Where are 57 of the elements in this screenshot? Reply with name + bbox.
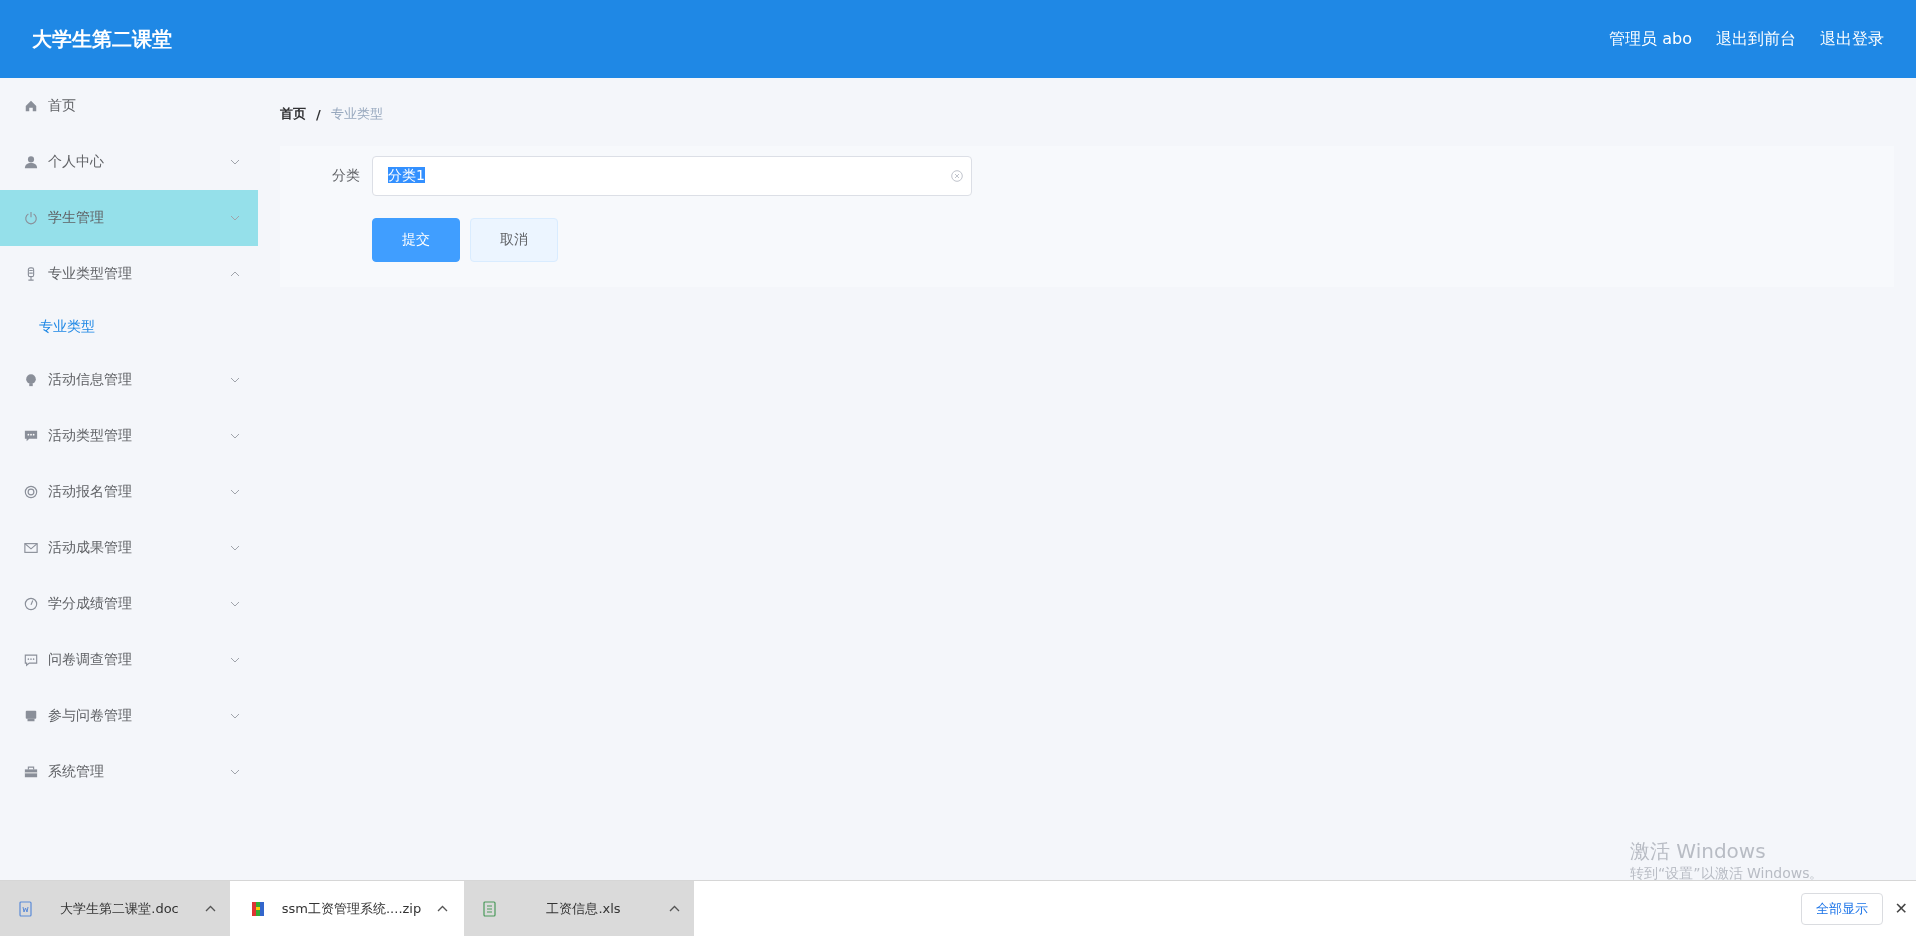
download-item[interactable]: 工资信息.xls xyxy=(464,881,696,936)
bulb-icon xyxy=(24,373,38,387)
caret-icon[interactable] xyxy=(669,905,680,912)
header-link[interactable]: 退出登录 xyxy=(1820,28,1884,50)
breadcrumb-separator: / xyxy=(316,106,321,122)
menu-item[interactable]: 活动信息管理 xyxy=(0,352,258,408)
breadcrumb-current: 专业类型 xyxy=(330,105,383,123)
chevron-icon xyxy=(230,545,240,551)
briefcase-icon xyxy=(24,765,38,779)
chevron-icon xyxy=(230,159,240,165)
show-all-button[interactable]: 全部显示 xyxy=(1800,892,1883,925)
caret-icon[interactable] xyxy=(437,905,448,912)
admin-link[interactable]: 管理员 abo xyxy=(1609,28,1692,50)
app-title: 大学生第二课堂 xyxy=(32,25,173,53)
menu-item[interactable]: 个人中心 xyxy=(0,134,258,190)
caret-icon[interactable] xyxy=(205,905,216,912)
menu-item[interactable]: 专业类型管理 xyxy=(0,246,258,302)
archive-icon xyxy=(250,900,266,917)
menu-item[interactable]: 参与问卷管理 xyxy=(0,688,258,744)
spreadsheet-icon xyxy=(482,900,498,917)
category-field[interactable]: 分类1 xyxy=(372,156,972,196)
gauge-icon xyxy=(24,597,38,611)
chevron-icon xyxy=(230,489,240,495)
menu-item[interactable]: 问卷调查管理 xyxy=(0,632,258,688)
activation-note: 转到“设置”以激活 Windows。 xyxy=(1630,865,1824,883)
chevron-icon xyxy=(230,769,240,775)
lifebuoy-icon xyxy=(24,485,38,499)
menu-item[interactable]: 系统管理 xyxy=(0,744,258,800)
menu-item[interactable]: 活动成果管理 xyxy=(0,520,258,576)
activation-title: 激活 Windows xyxy=(1630,838,1767,865)
menu-item[interactable]: 学分成绩管理 xyxy=(0,576,258,632)
printer-icon xyxy=(24,709,38,723)
menu-item[interactable]: 学生管理 xyxy=(0,190,258,246)
power-icon xyxy=(24,211,38,225)
menu-item[interactable]: 首页 xyxy=(0,78,258,134)
chevron-icon xyxy=(230,377,240,383)
cancel-button[interactable]: 取消 xyxy=(470,218,558,262)
chevron-icon xyxy=(230,713,240,719)
menu-item[interactable]: 活动类型管理 xyxy=(0,408,258,464)
field-label: 分类 xyxy=(331,167,361,185)
person-icon xyxy=(24,155,38,169)
chevron-icon xyxy=(230,601,240,607)
download-item[interactable]: 大学生第二课堂.doc xyxy=(0,881,232,936)
submenu-item[interactable]: 专业类型 xyxy=(0,302,258,352)
document-icon xyxy=(18,900,34,917)
close-button[interactable]: ✕ xyxy=(1894,899,1908,918)
chevron-icon xyxy=(230,657,240,663)
home-icon xyxy=(24,99,38,113)
header-link[interactable]: 退出到前台 xyxy=(1716,28,1796,50)
chevron-icon xyxy=(230,433,240,439)
comment-icon xyxy=(24,653,38,667)
chat-icon xyxy=(24,429,38,443)
chevron-icon xyxy=(230,215,240,221)
mail-icon xyxy=(24,541,38,555)
menu-item[interactable]: 活动报名管理 xyxy=(0,464,258,520)
breadcrumb-link[interactable]: 首页 xyxy=(280,105,306,123)
chevron-icon xyxy=(230,271,240,277)
